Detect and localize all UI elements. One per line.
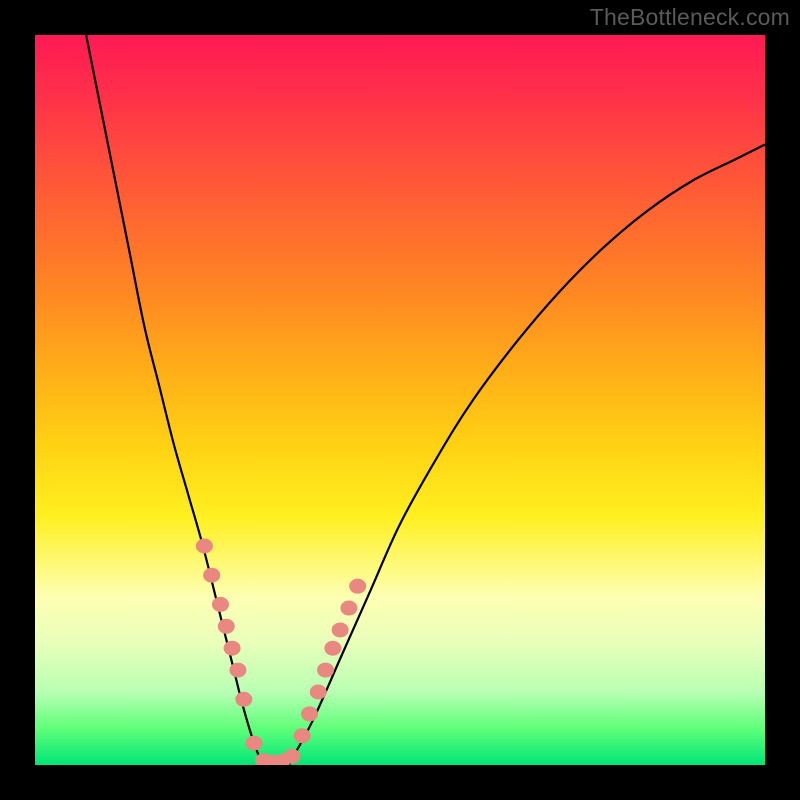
highlight-dot <box>332 622 349 637</box>
plot-area <box>35 35 765 765</box>
highlight-dots-group <box>196 539 366 766</box>
chart-frame: TheBottleneck.com <box>0 0 800 800</box>
highlight-dot <box>324 641 341 656</box>
curve-svg <box>35 35 765 765</box>
bottleneck-curve <box>86 35 765 765</box>
highlight-dot <box>301 706 318 721</box>
highlight-dot <box>349 579 366 594</box>
highlight-dot <box>317 663 334 678</box>
highlight-dot <box>246 736 263 751</box>
highlight-dot <box>203 568 220 583</box>
highlight-dot <box>224 641 241 656</box>
highlight-dot <box>235 692 252 707</box>
highlight-dot <box>218 619 235 634</box>
highlight-dot <box>212 597 229 612</box>
highlight-dot <box>294 728 311 743</box>
highlight-dot <box>229 663 246 678</box>
highlight-dot <box>283 749 300 764</box>
highlight-dot <box>196 539 213 554</box>
highlight-dot <box>340 601 357 616</box>
highlight-dot <box>310 685 327 700</box>
watermark-label: TheBottleneck.com <box>590 4 790 31</box>
